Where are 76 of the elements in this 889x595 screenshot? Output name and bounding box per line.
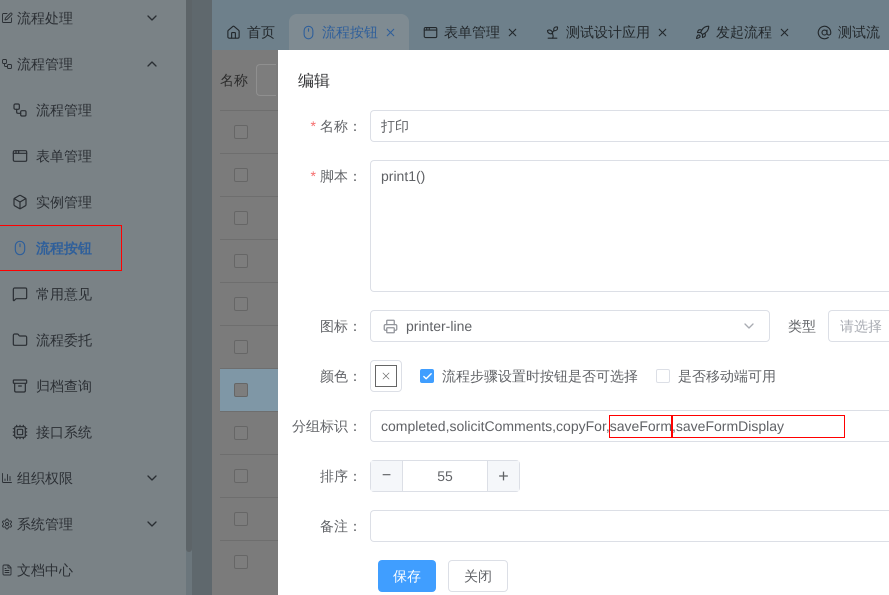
color-picker[interactable] bbox=[370, 360, 402, 392]
dialog-title: 编辑 bbox=[298, 72, 331, 92]
tab[interactable]: 表单管理 bbox=[411, 14, 531, 50]
field-text: completed,solicitComments,copyFor, bbox=[381, 416, 610, 436]
sidebar-item[interactable]: 实例管理 bbox=[0, 179, 122, 225]
empty-color-icon bbox=[380, 370, 392, 382]
filter-label: 名称 bbox=[220, 70, 248, 90]
settings-icon bbox=[1, 518, 13, 530]
tab[interactable]: 发起流程 bbox=[683, 14, 803, 50]
field-label: 名称： bbox=[320, 116, 362, 136]
required-mark: * bbox=[310, 116, 316, 136]
sidebar-item[interactable]: 组织权限 bbox=[0, 455, 186, 501]
checkbox-label: 是否移动端可用 bbox=[678, 366, 776, 386]
close-icon[interactable] bbox=[384, 26, 397, 38]
sidebar-item[interactable]: 归档查询 bbox=[0, 363, 122, 409]
tab[interactable]: 测试流 bbox=[805, 14, 889, 50]
close-icon[interactable] bbox=[778, 26, 791, 38]
highlighted-text: ,saveFormDisplay bbox=[672, 416, 844, 436]
cabinet-icon bbox=[12, 378, 28, 394]
flow-icon bbox=[1, 58, 13, 70]
field-label: 类型 bbox=[788, 316, 816, 336]
sidebar-item[interactable]: 流程管理 bbox=[0, 87, 122, 133]
script-textarea[interactable]: print1() bbox=[370, 160, 889, 292]
window-icon bbox=[423, 24, 438, 40]
field-label: 分组标识： bbox=[292, 416, 362, 436]
decrement-button[interactable]: − bbox=[371, 461, 403, 491]
sidebar-item[interactable]: 常用意见 bbox=[0, 271, 122, 317]
field-label: 图标： bbox=[320, 316, 362, 336]
tab[interactable]: 首页 bbox=[214, 14, 287, 50]
field-label: 脚本： bbox=[320, 167, 362, 186]
at-icon bbox=[817, 24, 832, 40]
checkbox-label: 流程步骤设置时按钮是否可选择 bbox=[442, 366, 638, 386]
home-icon bbox=[226, 24, 241, 40]
close-icon[interactable] bbox=[656, 26, 669, 38]
highlighted-text: saveForm bbox=[610, 416, 672, 436]
sidebar-item[interactable]: 文档中心 bbox=[0, 547, 186, 593]
save-button[interactable]: 保存 bbox=[378, 560, 436, 592]
field-label: 排序： bbox=[320, 466, 362, 486]
order-value: 55 bbox=[436, 466, 454, 486]
document-icon bbox=[1, 564, 13, 576]
window-icon bbox=[12, 148, 28, 164]
required-mark: * bbox=[310, 167, 316, 186]
checkbox[interactable] bbox=[420, 369, 434, 383]
check-icon bbox=[422, 370, 432, 382]
mouse-icon bbox=[12, 240, 28, 256]
sidebar-item[interactable]: 接口系统 bbox=[0, 409, 122, 455]
remark-field[interactable] bbox=[370, 510, 889, 542]
chart-icon bbox=[1, 472, 13, 484]
sidebar-item[interactable]: 表单管理 bbox=[0, 133, 122, 179]
edit-icon bbox=[1, 12, 13, 24]
type-select[interactable]: 请选择 bbox=[828, 310, 889, 342]
field-label: 颜色： bbox=[320, 366, 362, 386]
close-icon[interactable] bbox=[506, 26, 519, 38]
folder-icon bbox=[12, 332, 28, 348]
tab[interactable]: 测试设计应用 bbox=[533, 14, 681, 50]
sidebar-item[interactable]: 流程处理 bbox=[0, 0, 186, 41]
tab[interactable]: 流程按钮 bbox=[289, 14, 409, 50]
group-field[interactable]: completed,solicitComments,copyFor,saveForm,saveFormDisplay bbox=[370, 410, 889, 442]
mouse-icon bbox=[301, 24, 316, 40]
cube-icon bbox=[12, 194, 28, 210]
icon-select[interactable]: printer-line bbox=[370, 310, 770, 342]
name-field[interactable]: 打印 bbox=[370, 110, 889, 142]
sidebar-item[interactable]: 流程委托 bbox=[0, 317, 122, 363]
number-stepper[interactable]: − 55 + bbox=[370, 460, 520, 492]
chat-icon bbox=[12, 286, 28, 302]
sidebar-item[interactable]: 系统管理 bbox=[0, 501, 186, 547]
increment-button[interactable]: + bbox=[487, 461, 519, 491]
rocket-icon bbox=[695, 24, 710, 40]
row-checkbox[interactable] bbox=[234, 383, 248, 397]
field-label: 备注： bbox=[320, 516, 362, 536]
flow-icon bbox=[12, 102, 28, 118]
close-button[interactable]: 关闭 bbox=[448, 560, 508, 592]
table-row[interactable] bbox=[220, 368, 278, 411]
printer-icon bbox=[383, 318, 398, 334]
chip-icon bbox=[12, 424, 28, 440]
sidebar-item[interactable]: 流程管理 bbox=[0, 41, 186, 87]
